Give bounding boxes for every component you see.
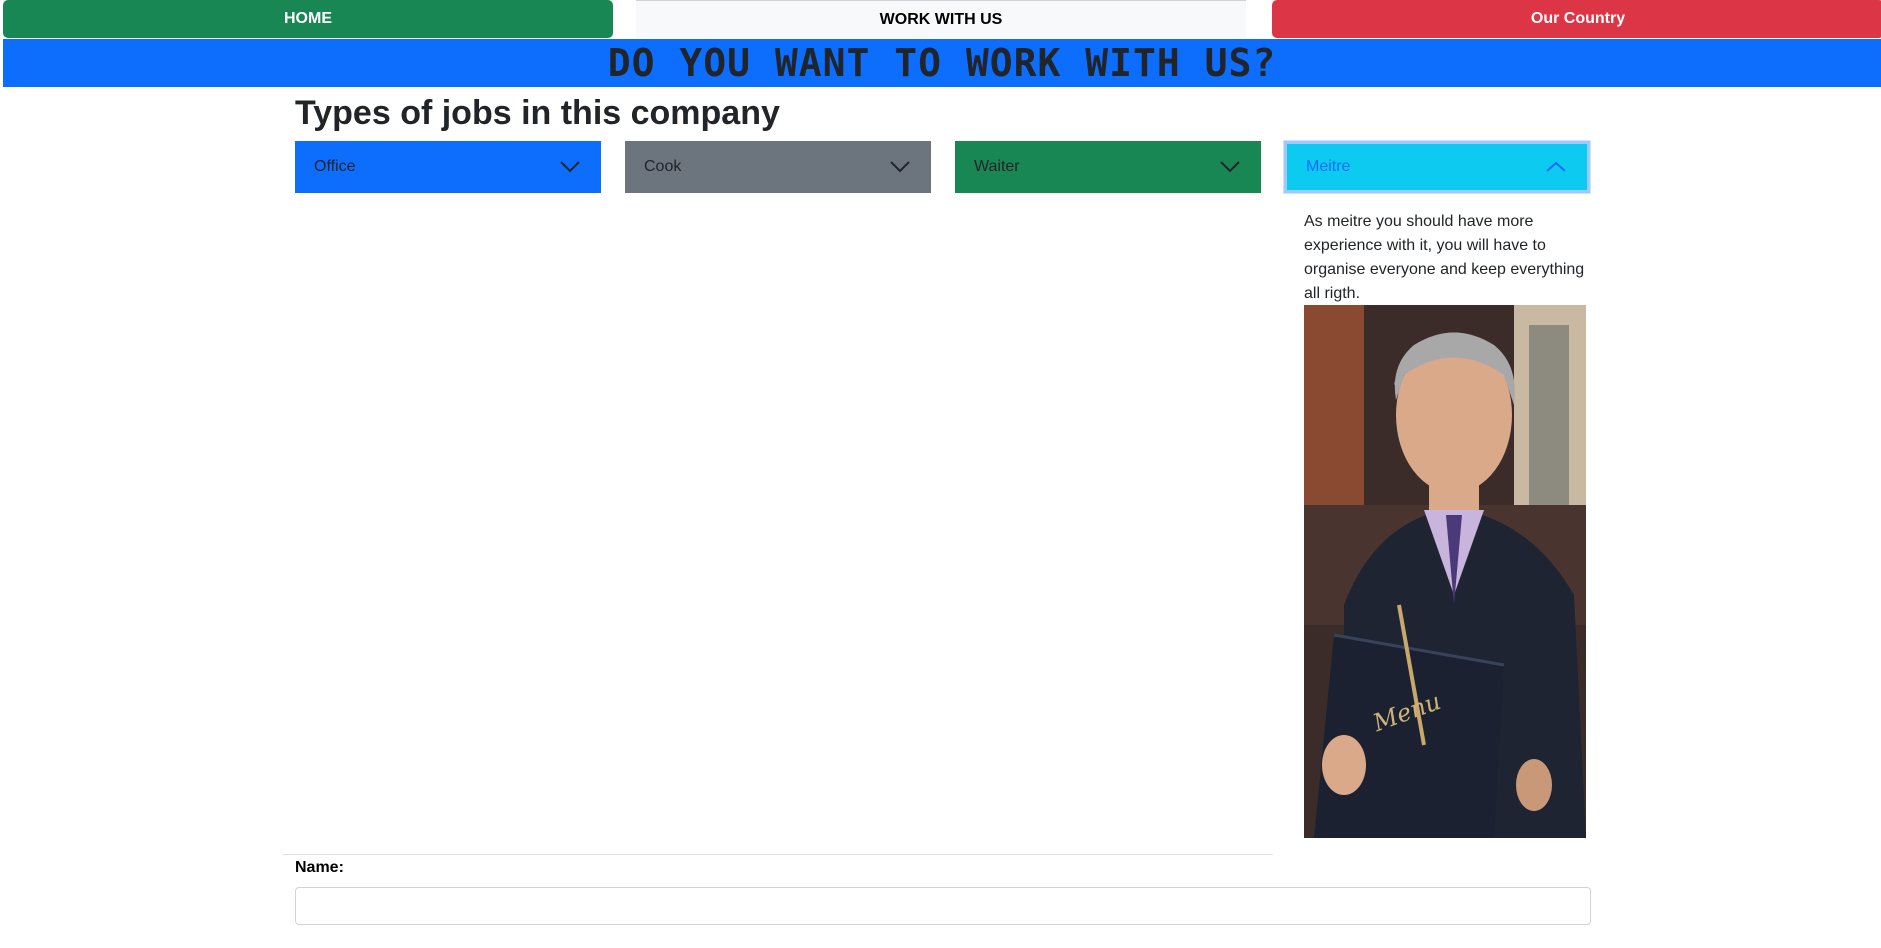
chevron-down-icon (559, 160, 581, 174)
chevron-down-icon (1219, 160, 1241, 174)
name-input[interactable] (295, 887, 1591, 925)
chevron-up-icon (1545, 160, 1567, 174)
top-navigation: HOME WORK WITH US Our Country (3, 0, 1881, 39)
accordion-cook-label: Cook (644, 158, 682, 175)
meitre-description: As meitre you should have more experienc… (1304, 213, 1585, 302)
meitre-photo: Menu (1304, 305, 1586, 838)
accordion-meitre-button[interactable]: Meitre (1284, 141, 1590, 193)
jobs-heading: Types of jobs in this company (295, 94, 780, 132)
home-nav-button[interactable]: HOME (3, 0, 613, 38)
section-divider (283, 854, 1273, 855)
accordion-office-label: Office (314, 158, 356, 175)
chevron-down-icon (889, 160, 911, 174)
work-with-us-nav-button[interactable]: WORK WITH US (636, 0, 1246, 38)
page-banner: DO YOU WANT TO WORK WITH US? (3, 39, 1881, 87)
accordion-office-button[interactable]: Office (295, 141, 601, 193)
banner-title: DO YOU WANT TO WORK WITH US? (607, 41, 1277, 85)
our-country-nav-button[interactable]: Our Country (1272, 0, 1881, 38)
accordion-waiter-button[interactable]: Waiter (955, 141, 1261, 193)
accordion-cook-button[interactable]: Cook (625, 141, 931, 193)
accordion-meitre-label: Meitre (1306, 158, 1351, 175)
name-label: Name: (295, 859, 344, 876)
accordion-waiter-label: Waiter (974, 158, 1020, 175)
